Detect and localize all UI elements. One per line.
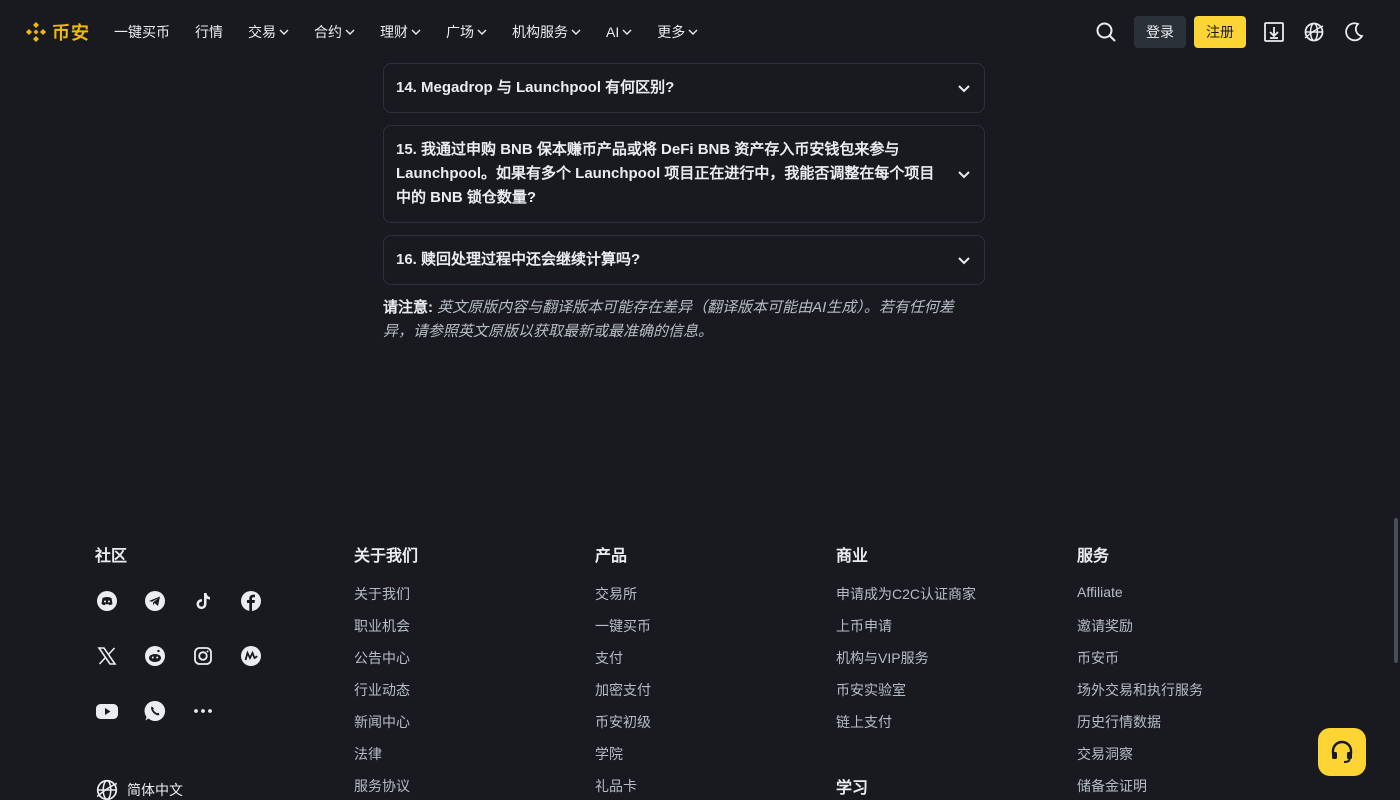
whatsapp-icon[interactable] <box>143 699 167 723</box>
footer-link[interactable]: 场外交易和执行服务 <box>1077 680 1203 700</box>
main-nav: 一键买币 行情 交易 合约 理财 广场 机构服务 AI 更多 <box>114 22 723 42</box>
reddit-icon[interactable] <box>143 644 167 668</box>
language-selector[interactable]: 简体中文 <box>95 778 183 800</box>
facebook-icon[interactable] <box>239 589 263 613</box>
footer-link[interactable]: 学院 <box>595 744 623 764</box>
footer-learn-title: 学习 <box>836 780 869 797</box>
footer-business-title: 商业 <box>836 548 869 565</box>
chevron-down-icon <box>958 171 970 179</box>
footer-services-title: 服务 <box>1077 548 1110 565</box>
footer-link[interactable]: 申请成为C2C认证商家 <box>836 584 976 604</box>
header-tools: 登录 注册 <box>1094 16 1366 48</box>
youtube-icon[interactable] <box>95 699 119 723</box>
faq-item-15[interactable]: 15. 我通过申购 BNB 保本赚币产品或将 DeFi BNB 资产存入币安钱包… <box>383 125 985 223</box>
notice-text: 英文原版内容与翻译版本可能存在差异（翻译版本可能由AI生成）。若有任何差异，请参… <box>383 299 954 340</box>
faq-item-16[interactable]: 16. 赎回处理过程中还会继续计算吗? <box>383 235 985 285</box>
discord-icon[interactable] <box>95 589 119 613</box>
footer-link[interactable]: 加密支付 <box>595 680 651 700</box>
nav-item-buy-crypto[interactable]: 一键买币 <box>114 22 170 42</box>
chevron-down-icon <box>571 29 581 35</box>
chevron-down-icon <box>279 29 289 35</box>
footer-link[interactable]: 交易所 <box>595 584 637 604</box>
footer-link[interactable]: 上币申请 <box>836 616 892 636</box>
notice-label: 请注意: <box>383 299 433 316</box>
footer-link[interactable]: 职业机会 <box>354 616 410 636</box>
headset-icon <box>1331 740 1353 763</box>
footer-link[interactable]: 法律 <box>354 744 382 764</box>
footer-link[interactable]: 公告中心 <box>354 648 410 668</box>
theme-moon-icon[interactable] <box>1342 20 1366 44</box>
nav-label: 合约 <box>314 24 342 40</box>
footer-link[interactable]: 一键买币 <box>595 616 651 636</box>
faq-item-14[interactable]: 14. Megadrop 与 Launchpool 有何区别? <box>383 63 985 113</box>
nav-label: 一键买币 <box>114 24 170 40</box>
nav-item-futures[interactable]: 合约 <box>314 22 355 42</box>
chevron-down-icon <box>622 29 632 35</box>
instagram-icon[interactable] <box>191 644 215 668</box>
faq-question: 16. 赎回处理过程中还会继续计算吗? <box>396 251 641 268</box>
footer-link[interactable]: 机构与VIP服务 <box>836 648 929 668</box>
translation-notice: 请注意: 英文原版内容与翻译版本可能存在差异（翻译版本可能由AI生成）。若有任何… <box>383 296 983 344</box>
footer-link[interactable]: 链上支付 <box>836 712 892 732</box>
language-label: 简体中文 <box>127 782 183 798</box>
footer-link[interactable]: 储备金证明 <box>1077 776 1147 796</box>
support-chat-button[interactable] <box>1318 728 1366 776</box>
nav-item-institutional[interactable]: 机构服务 <box>512 22 581 42</box>
globe-icon[interactable] <box>1302 20 1326 44</box>
footer-link[interactable]: 币安币 <box>1077 648 1119 668</box>
nav-item-ai[interactable]: AI <box>606 24 632 40</box>
chevron-down-icon <box>345 29 355 35</box>
x-icon[interactable] <box>95 644 119 668</box>
more-icon[interactable] <box>191 699 215 723</box>
nav-item-square[interactable]: 广场 <box>446 22 487 42</box>
footer-link[interactable]: 币安实验室 <box>836 680 906 700</box>
footer-link[interactable]: 服务协议 <box>354 776 410 796</box>
globe-icon <box>96 779 118 800</box>
nav-item-earn[interactable]: 理财 <box>380 22 421 42</box>
chevron-down-icon <box>477 29 487 35</box>
nav-label: AI <box>606 24 620 40</box>
nav-label: 广场 <box>446 24 474 40</box>
footer-link[interactable]: 历史行情数据 <box>1077 712 1161 732</box>
nav-label: 更多 <box>657 24 686 40</box>
telegram-icon[interactable] <box>143 589 167 613</box>
footer-products-title: 产品 <box>595 548 628 565</box>
chevron-down-icon <box>688 29 698 35</box>
login-button[interactable]: 登录 <box>1134 16 1186 48</box>
footer-about-title: 关于我们 <box>354 548 419 565</box>
footer-link[interactable]: 邀请奖励 <box>1077 616 1133 636</box>
tiktok-icon[interactable] <box>191 589 215 613</box>
coinmarketcap-icon[interactable] <box>239 644 263 668</box>
footer-link[interactable]: 关于我们 <box>354 584 410 604</box>
footer-community-title: 社区 <box>95 548 128 565</box>
footer-link[interactable]: 交易洞察 <box>1077 744 1133 764</box>
top-navigation-bar: 币安 一键买币 行情 交易 合约 理财 广场 机构服务 AI 更多 登录 注册 <box>0 0 1400 64</box>
nav-item-more[interactable]: 更多 <box>657 22 698 42</box>
chevron-down-icon <box>958 257 970 265</box>
footer-link[interactable]: 礼品卡 <box>595 776 637 796</box>
footer-link[interactable]: 行业动态 <box>354 680 410 700</box>
search-icon[interactable] <box>1094 20 1118 44</box>
register-button[interactable]: 注册 <box>1194 16 1246 48</box>
nav-label: 机构服务 <box>512 24 568 40</box>
download-icon[interactable] <box>1262 20 1286 44</box>
logo-text: 币安 <box>52 23 90 43</box>
nav-label: 交易 <box>248 24 276 40</box>
footer-link[interactable]: 币安初级 <box>595 712 651 732</box>
binance-logo[interactable]: 币安 <box>24 19 90 45</box>
chevron-down-icon <box>411 29 421 35</box>
footer-link[interactable]: 支付 <box>595 648 623 668</box>
footer-link[interactable]: 新闻中心 <box>354 712 410 732</box>
faq-question: 14. Megadrop 与 Launchpool 有何区别? <box>396 79 675 96</box>
faq-question: 15. 我通过申购 BNB 保本赚币产品或将 DeFi BNB 资产存入币安钱包… <box>396 141 935 206</box>
binance-logo-icon <box>26 22 46 42</box>
page-scrollbar[interactable] <box>1394 518 1398 663</box>
nav-item-markets[interactable]: 行情 <box>195 22 223 42</box>
nav-item-trade[interactable]: 交易 <box>248 22 289 42</box>
footer-link[interactable]: Affiliate <box>1077 584 1123 600</box>
chevron-down-icon <box>958 85 970 93</box>
nav-label: 行情 <box>195 24 223 40</box>
nav-label: 理财 <box>380 24 408 40</box>
